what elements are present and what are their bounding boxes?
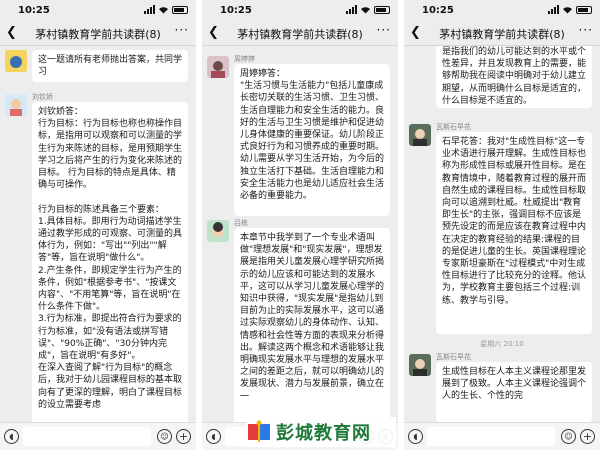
battery-icon: [172, 5, 188, 14]
voice-icon[interactable]: ◖: [4, 429, 19, 444]
status-icons: [548, 5, 592, 14]
sender-name: 瓦斯石早花: [436, 123, 471, 131]
phone-screen-2: 10:25 ❮ 茅村镇教育学前共读群(8) ··· 周婷婷 周婷婷答： "生活习…: [202, 0, 398, 450]
status-bar: 10:25: [202, 0, 398, 20]
sender-name: 周婷婷: [234, 55, 255, 63]
chevron-left-icon[interactable]: ❮: [410, 25, 421, 40]
voice-icon[interactable]: ◖: [408, 429, 423, 444]
sender-name: 刘钦娇: [32, 93, 53, 101]
sender-name: 吕栋: [234, 219, 248, 227]
avatar[interactable]: [5, 50, 27, 72]
chat-title: 茅村镇教育学前共读群(8): [439, 28, 565, 41]
status-icons: [346, 5, 390, 14]
plus-icon[interactable]: +: [580, 429, 595, 444]
avatar[interactable]: [207, 220, 229, 242]
message-bubble[interactable]: 本章节中我学到了一个专业术语叫做"理想发展"和"现实发展"，理想发展是指用关儿童…: [234, 228, 390, 422]
input-bar: ◖ ☺ +: [0, 422, 196, 450]
input-bar: ◖ ☺ +: [404, 422, 600, 450]
more-dots-icon[interactable]: ···: [579, 23, 593, 37]
chat-title: 茅村镇教育学前共读群(8): [237, 28, 363, 41]
chat-title-bar: ❮ 茅村镇教育学前共读群(8) ···: [0, 20, 196, 46]
status-bar: 10:25: [0, 0, 196, 20]
chat-messages: 这一题请所有老师抛出答案，共同学习 刘钦娇 刘钦娇答： 行为目标：行为目标也称也…: [0, 46, 196, 422]
sender-name: 瓦斯石早花: [436, 353, 471, 361]
avatar[interactable]: [409, 124, 431, 146]
status-time: 10:25: [18, 5, 50, 16]
watermark-text: 彭城教育网: [276, 423, 371, 444]
phone-screen-3: 10:25 ❮ 茅村镇教育学前共读群(8) ··· 是指我们的幼儿可能达到的水平…: [404, 0, 600, 450]
chat-messages: 是指我们的幼儿可能达到的水平或个性差异，并且发现教育上的需要，能够帮助我在阅读中…: [404, 46, 600, 422]
battery-icon: [374, 5, 390, 14]
more-dots-icon[interactable]: ···: [377, 23, 391, 37]
chevron-left-icon[interactable]: ❮: [6, 25, 17, 40]
chat-title-bar: ❮ 茅村镇教育学前共读群(8) ···: [404, 20, 600, 46]
wifi-icon: [361, 6, 370, 14]
phone-screen-1: 10:25 ❮ 茅村镇教育学前共读群(8) ··· 这一题请所有老师抛出答案，共…: [0, 0, 196, 450]
message-bubble[interactable]: 生成性目标在人本主义课程论那里发展到了极致。人本主义课程论强调个人的生长、个性的…: [436, 362, 592, 422]
emoji-icon[interactable]: ☺: [561, 429, 576, 444]
status-bar: 10:25: [404, 0, 600, 20]
message-bubble[interactable]: 周婷婷答： "生活习惯与生活能力"包括儿童康成长密切关联的生活习惯、卫生习惯、生…: [234, 64, 390, 216]
avatar[interactable]: [5, 94, 27, 116]
more-dots-icon[interactable]: ···: [175, 23, 189, 37]
avatar[interactable]: [207, 56, 229, 78]
signal-icon: [548, 5, 559, 14]
plus-icon[interactable]: +: [176, 429, 191, 444]
message-bubble[interactable]: 是指我们的幼儿可能达到的水平或个性差异，并且发现教育上的需要，能够帮助我在阅读中…: [436, 46, 592, 108]
status-time: 10:25: [422, 5, 454, 16]
message-input[interactable]: [23, 427, 151, 446]
watermark-logo-icon: [248, 420, 270, 442]
status-icons: [144, 5, 188, 14]
wifi-icon: [159, 6, 168, 14]
message-bubble[interactable]: 石早花答：我对"生成性目标"这一专业术语进行展开理解。生成性目标也称为形成性目标…: [436, 132, 592, 334]
status-time: 10:25: [220, 5, 252, 16]
emoji-icon[interactable]: ☺: [157, 429, 172, 444]
screenshot-collage: 10:25 ❮ 茅村镇教育学前共读群(8) ··· 这一题请所有老师抛出答案，共…: [0, 0, 600, 450]
chat-messages: 周婷婷 周婷婷答： "生活习惯与生活能力"包括儿童康成长密切关联的生活习惯、卫生…: [202, 46, 398, 422]
site-watermark: 彭城教育网: [246, 417, 396, 447]
message-input[interactable]: [427, 427, 555, 446]
chat-title-bar: ❮ 茅村镇教育学前共读群(8) ···: [202, 20, 398, 46]
signal-icon: [144, 5, 155, 14]
wifi-icon: [563, 6, 572, 14]
avatar[interactable]: [409, 354, 431, 376]
message-bubble[interactable]: 刘钦娇答： 行为目标：行为目标也称也称操作目标，是指用可以观察和可以测量的学生行…: [32, 102, 188, 422]
chevron-left-icon[interactable]: ❮: [208, 25, 219, 40]
time-divider: 星期六 20:10: [480, 340, 524, 348]
battery-icon: [576, 5, 592, 14]
message-bubble[interactable]: 这一题请所有老师抛出答案，共同学习: [32, 50, 188, 82]
signal-icon: [346, 5, 357, 14]
voice-icon[interactable]: ◖: [206, 429, 221, 444]
chat-title: 茅村镇教育学前共读群(8): [35, 28, 161, 41]
